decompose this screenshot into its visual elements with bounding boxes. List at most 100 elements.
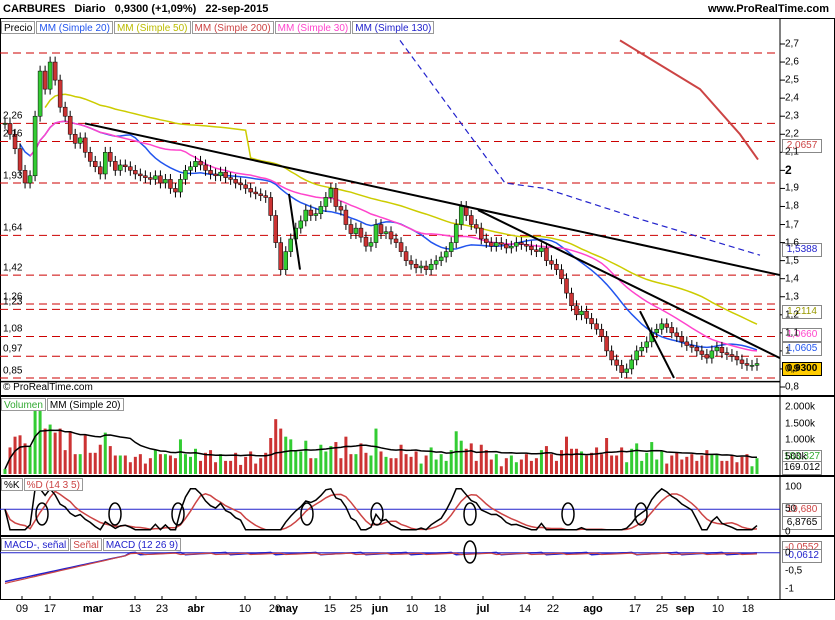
volume-bar xyxy=(590,452,594,474)
legend-sma20[interactable]: MM (Simple 20) xyxy=(36,21,113,34)
candle-body xyxy=(383,231,389,234)
volume-bar xyxy=(259,458,263,474)
stoch-legend: %K %D (14 3 5) xyxy=(1,478,84,491)
volume-bar xyxy=(143,463,147,474)
candle-body xyxy=(479,227,484,240)
macd-legend: MACD-, señal Señal MACD (12 26 9) xyxy=(1,538,182,551)
candle-body xyxy=(554,263,559,270)
volume-bar xyxy=(509,455,513,474)
volume-bar xyxy=(740,456,744,474)
candle-body xyxy=(654,328,659,334)
candle-body xyxy=(17,148,23,171)
volume-bar xyxy=(459,440,463,474)
price-tick-label: 2,6 xyxy=(785,56,799,68)
legend-sma30[interactable]: MM (Simple 30) xyxy=(274,21,352,34)
candle-body xyxy=(734,356,740,361)
candle-body xyxy=(664,323,670,328)
x-axis-label: 25 xyxy=(655,603,669,615)
candle-body xyxy=(534,249,539,252)
volume-bar xyxy=(419,463,423,474)
legend-k[interactable]: %K xyxy=(1,478,23,491)
price-tick-label: 1,9 xyxy=(785,182,799,194)
candle-body xyxy=(428,263,434,270)
candle-body xyxy=(228,177,233,180)
volume-bar xyxy=(83,435,87,474)
price-tick-label: 2,2 xyxy=(785,128,799,140)
volume-bar xyxy=(514,462,518,474)
volume-bar xyxy=(68,431,72,474)
volume-bar xyxy=(650,442,654,474)
candle-body xyxy=(614,359,619,366)
candle-body xyxy=(413,263,419,269)
volume-bar xyxy=(374,428,378,474)
trendline-main xyxy=(84,122,781,277)
volume-bar xyxy=(464,448,468,474)
volume-bar xyxy=(204,452,208,474)
candle-body xyxy=(408,260,414,265)
volume-bar xyxy=(595,447,599,474)
volume-bar xyxy=(239,464,243,474)
candle-body xyxy=(108,152,113,162)
candle-body xyxy=(67,115,73,135)
candle-body xyxy=(333,188,339,207)
volume-bar xyxy=(389,458,393,474)
trendline-secondary xyxy=(477,209,781,360)
volume-bar xyxy=(354,454,358,474)
volume-bar xyxy=(234,452,238,474)
legend-volume[interactable]: Volumen xyxy=(1,398,46,411)
volume-bar xyxy=(103,432,107,474)
candle-body xyxy=(248,188,253,193)
legend-signal[interactable]: Señal xyxy=(70,538,102,551)
candle-body xyxy=(328,188,334,198)
volume-tick-label: 1.500k xyxy=(785,418,816,430)
tag-volume: 169.012 xyxy=(782,461,822,475)
candle-body xyxy=(489,242,494,247)
volume-bar xyxy=(28,446,32,474)
x-axis-label: 22 xyxy=(546,603,560,615)
x-axis-label: ago xyxy=(583,603,603,615)
legend-sma50[interactable]: MM (Simple 50) xyxy=(113,21,191,34)
candle-body xyxy=(744,363,750,366)
volume-bar xyxy=(148,458,152,474)
x-axis-label: jun xyxy=(371,603,389,615)
volume-bar xyxy=(725,460,729,474)
legend-price[interactable]: Precio xyxy=(1,21,36,34)
candle-body xyxy=(32,115,38,177)
candle-body xyxy=(443,251,449,258)
legend-sma200[interactable]: MM (Simple 200) xyxy=(191,21,274,34)
x-axis-label: 09 xyxy=(15,603,29,615)
candle-body xyxy=(298,220,304,229)
volume-bar xyxy=(494,454,498,474)
candle-body xyxy=(168,179,173,189)
candle-body xyxy=(92,161,98,168)
volume-legend: Volumen MM (Simple 20) xyxy=(1,398,125,411)
trendline-short xyxy=(288,193,301,270)
candle-body xyxy=(238,182,243,186)
candle-body xyxy=(609,350,614,361)
legend-volume-sma[interactable]: MM (Simple 20) xyxy=(46,398,124,411)
stoch-cross-marker xyxy=(463,502,477,526)
volume-bar xyxy=(118,455,122,474)
level-label: 2,26 xyxy=(3,110,23,122)
candle-body xyxy=(253,191,258,195)
volume-bar xyxy=(173,458,177,474)
volume-bar xyxy=(309,458,313,474)
candle-body xyxy=(323,197,329,207)
copyright-label: © ProRealTime.com xyxy=(3,382,93,393)
volume-bar xyxy=(424,455,428,474)
candle-body xyxy=(719,347,725,353)
volume-bar xyxy=(299,451,303,474)
candle-body xyxy=(378,224,384,234)
candle-body xyxy=(474,224,479,229)
volume-bar xyxy=(349,454,353,474)
candle-body xyxy=(604,336,609,352)
volume-bar xyxy=(369,455,373,474)
candle-body xyxy=(42,70,48,90)
candle-body xyxy=(418,265,424,269)
legend-sma130[interactable]: MM (Simple 130) xyxy=(352,21,435,34)
legend-macd[interactable]: MACD (12 26 9) xyxy=(102,538,182,551)
candle-body xyxy=(559,269,564,279)
legend-macd-hist[interactable]: MACD-, señal xyxy=(1,538,70,551)
legend-d[interactable]: %D (14 3 5) xyxy=(23,478,83,491)
volume-bar xyxy=(730,455,734,474)
